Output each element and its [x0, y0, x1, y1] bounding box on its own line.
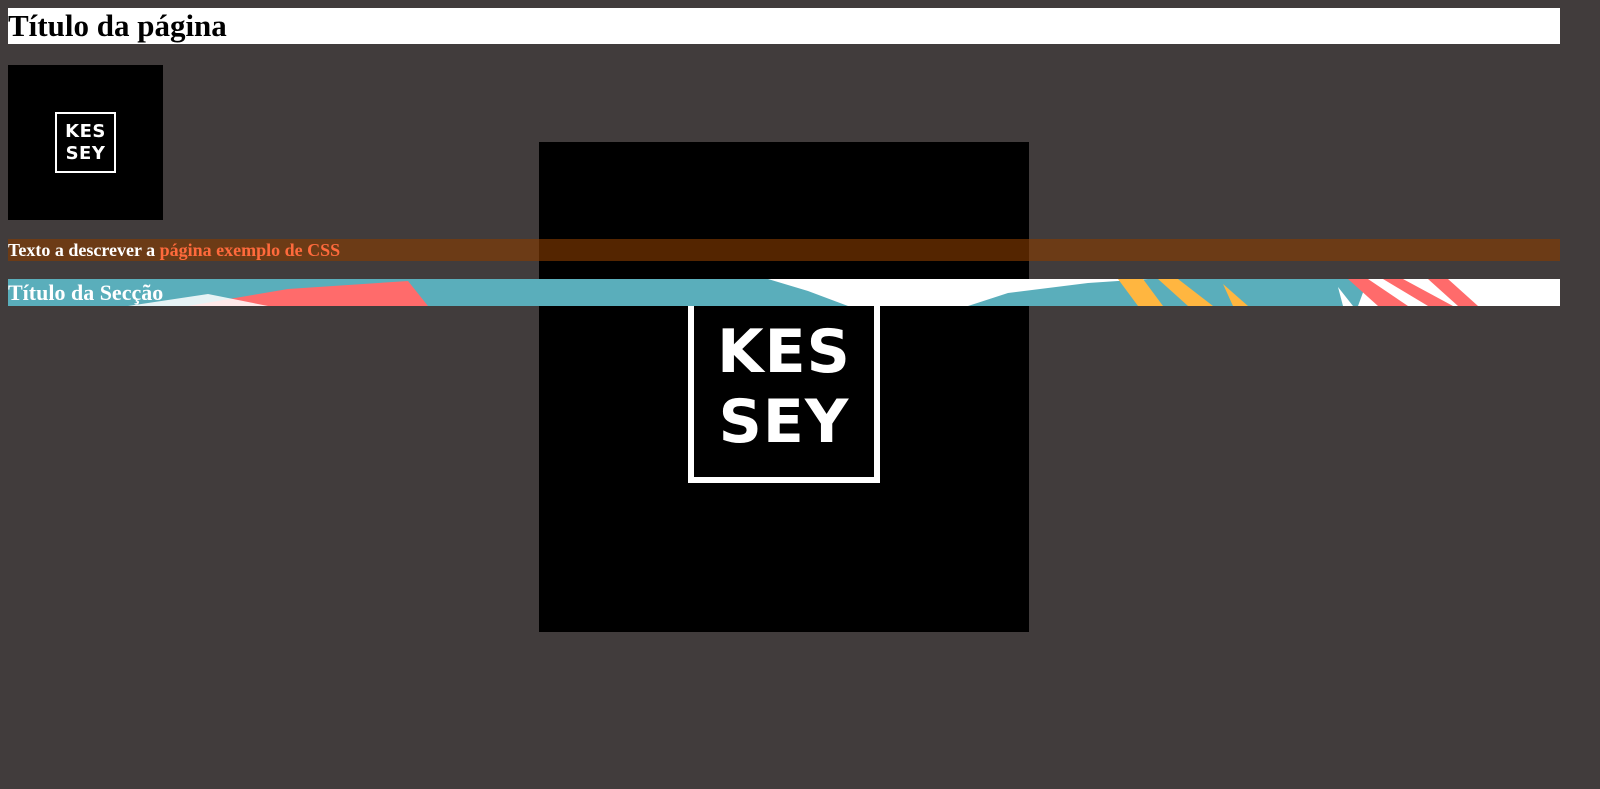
logo-text-line2: SEY	[718, 387, 850, 457]
logo-frame: KES SEY	[688, 291, 880, 483]
section-title-banner: Título da Secção	[8, 279, 1560, 306]
kessey-logo-large: KES SEY	[539, 142, 1029, 632]
description-text: Texto a descrever a	[8, 240, 160, 260]
section-title-text: Título da Secção	[8, 280, 164, 305]
page-title: Título da página	[8, 8, 1560, 44]
logo-text-line1: KES	[65, 120, 106, 142]
logo-frame: KES SEY	[55, 112, 116, 173]
logo-text-line2: SEY	[65, 142, 106, 164]
kessey-logo-small: KES SEY	[8, 65, 163, 220]
page-description: Texto a descrever a página exemplo de CS…	[8, 239, 1560, 261]
painted-banner-background	[8, 279, 1560, 306]
description-highlight: página exemplo de CSS	[159, 240, 341, 260]
logo-text-line1: KES	[717, 317, 851, 387]
